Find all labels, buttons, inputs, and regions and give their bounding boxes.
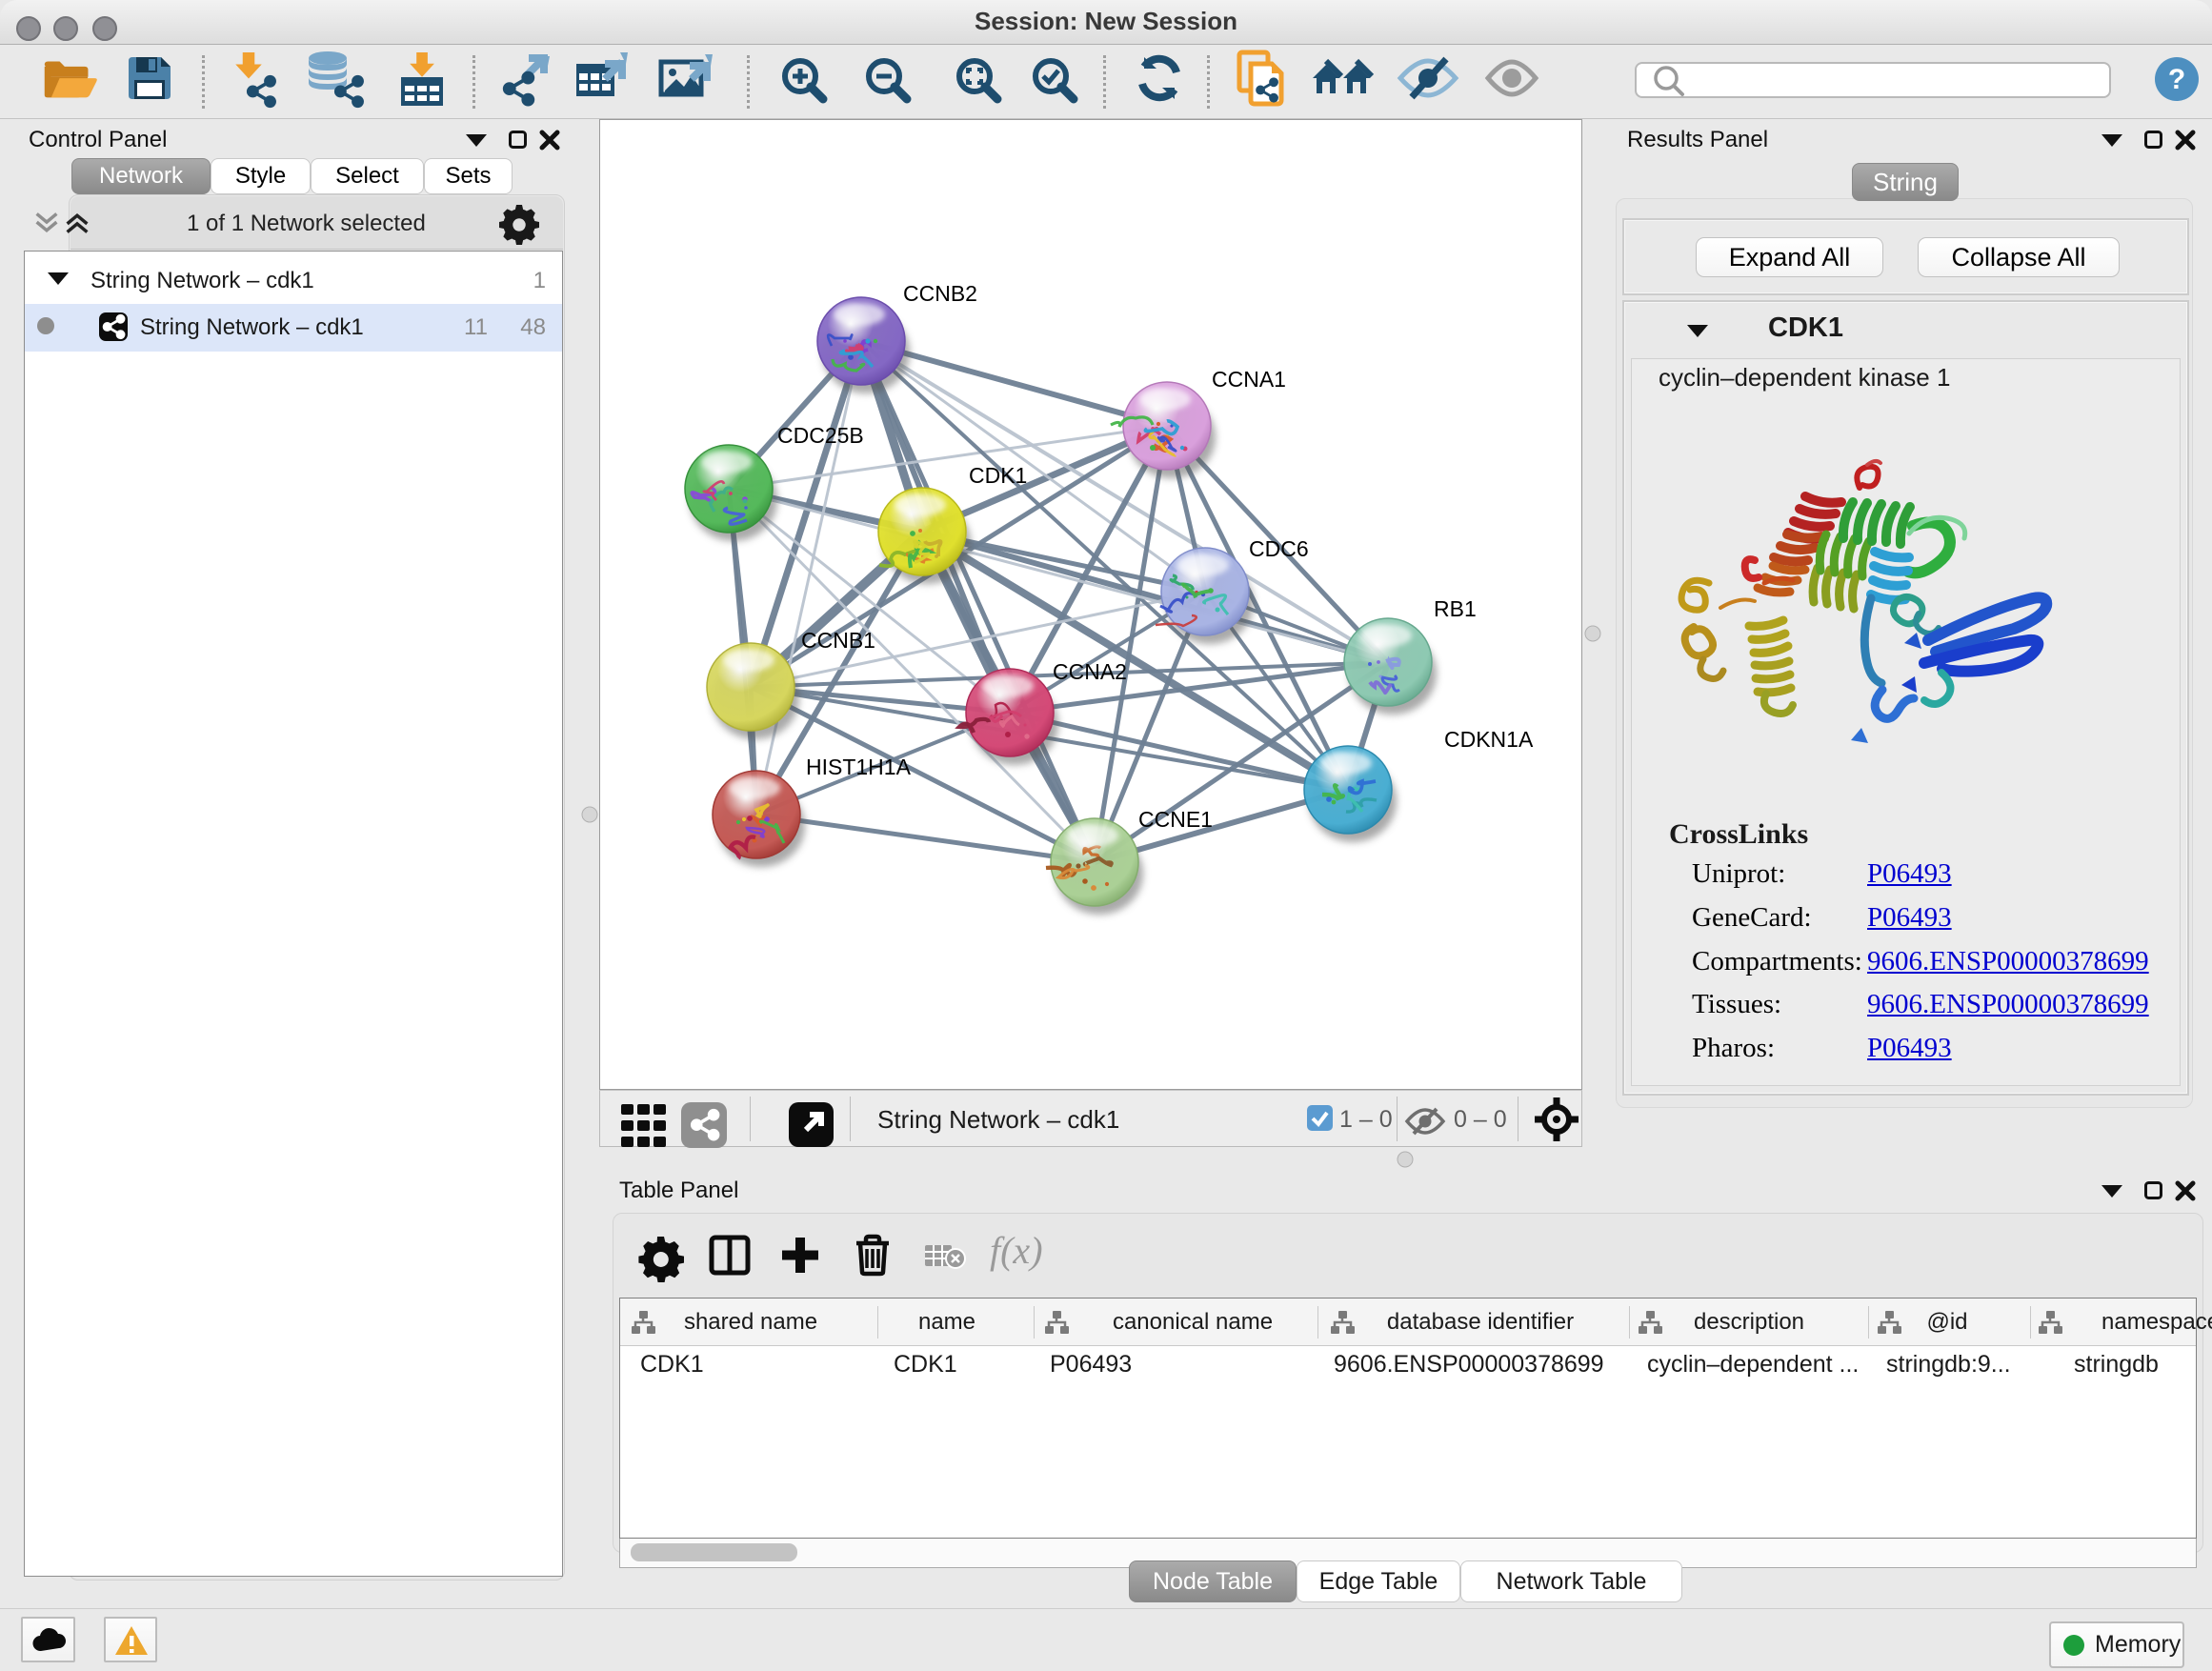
svg-text:?: ? bbox=[2168, 64, 2185, 95]
svg-text:CCNB2: CCNB2 bbox=[903, 281, 977, 306]
svg-text:CCNB1: CCNB1 bbox=[801, 628, 875, 653]
svg-text:CDKN1A: CDKN1A bbox=[1444, 727, 1534, 752]
svg-text:CDC6: CDC6 bbox=[1249, 536, 1309, 561]
svg-text:CCNA2: CCNA2 bbox=[1053, 659, 1127, 684]
svg-text:HIST1H1A: HIST1H1A bbox=[806, 755, 912, 779]
svg-text:CCNE1: CCNE1 bbox=[1138, 807, 1213, 832]
svg-text:CDK1: CDK1 bbox=[969, 463, 1027, 488]
svg-text:RB1: RB1 bbox=[1434, 596, 1477, 621]
svg-text:CDC25B: CDC25B bbox=[777, 423, 864, 448]
svg-text:CCNA1: CCNA1 bbox=[1212, 367, 1286, 392]
